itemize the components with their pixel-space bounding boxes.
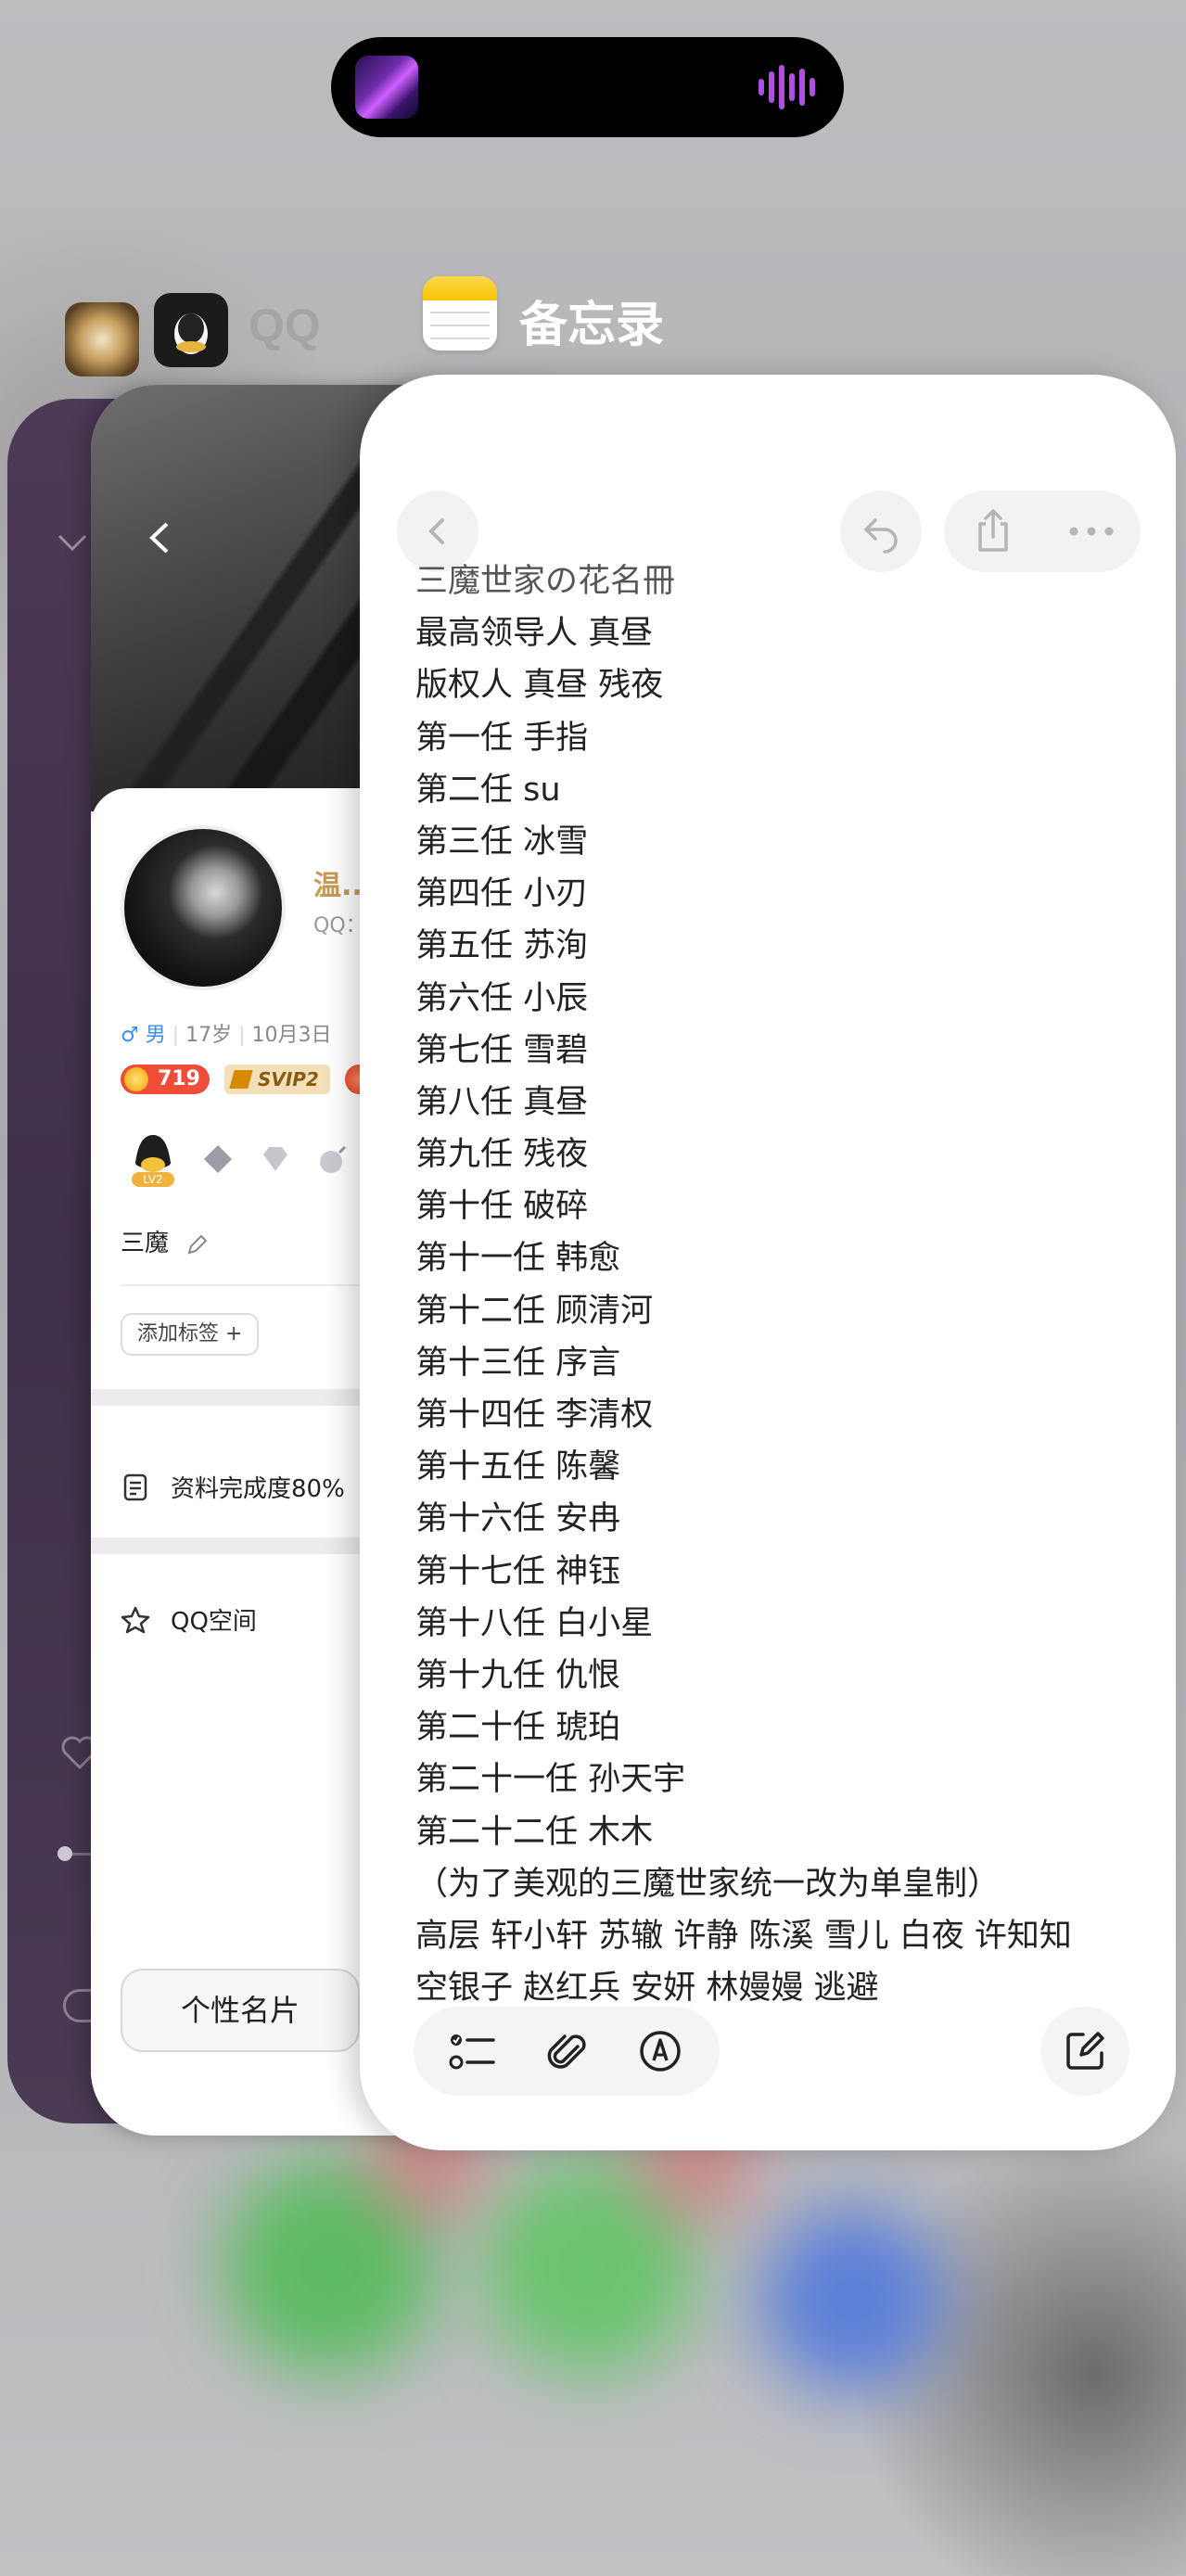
note-line: 第八任 真昼 [415, 1083, 589, 1121]
note-line: 第六任 小辰 [415, 979, 589, 1017]
qq-number: QQ： [313, 914, 366, 937]
penguin-icon [174, 313, 208, 354]
star-icon [121, 1606, 150, 1633]
note-line: 第一任 手指 [415, 719, 589, 757]
note-line: 第二十任 琥珀 [415, 1709, 621, 1747]
personal-card-button[interactable]: 个性名片 [121, 1969, 360, 2052]
note-line: 第十五任 陈馨 [415, 1448, 621, 1486]
note-line: 最高领导人 真昼 [415, 615, 654, 653]
qzone-row[interactable]: QQ空间 [121, 1602, 257, 1637]
chevron-left-icon [428, 518, 444, 544]
checklist-icon [449, 2034, 496, 2070]
note-line: 第十六任 安冉 [415, 1500, 621, 1538]
notes-app-icon[interactable] [423, 276, 497, 351]
svip-badge[interactable]: SVIP2 [223, 1065, 330, 1094]
note-line: 三魔世家の花名冊 [415, 563, 676, 600]
note-line: （为了美观的三魔世家统一改为单皇制） [415, 1865, 1001, 1903]
note-line: 第十二任 顾清河 [415, 1292, 654, 1330]
note-content[interactable]: 三魔世家の花名冊 最高领导人 真昼 版权人 真昼 残夜 第一任 手指 第二任 s… [415, 555, 1157, 2014]
notes-toolbar [414, 2007, 720, 2096]
motto-text: 三魔 [121, 1230, 170, 1257]
document-icon [123, 1473, 147, 1500]
qzone-label: QQ空间 [171, 1608, 257, 1636]
note-line: 高层 轩小轩 苏辙 许静 陈溪 雪儿 白夜 许知知 [415, 1917, 1072, 1955]
note-line: 第十八任 白小星 [415, 1604, 654, 1642]
coin-badge[interactable]: 719 [121, 1065, 210, 1094]
checklist-button[interactable] [445, 2023, 501, 2079]
note-line: 第三任 冰雪 [415, 823, 589, 861]
now-playing-artwork [355, 56, 418, 119]
qq-app-icon[interactable] [154, 293, 228, 367]
progress-knob[interactable] [57, 1846, 72, 1861]
avatar[interactable] [121, 825, 286, 990]
motto: 三魔 [121, 1224, 210, 1258]
privilege-icons: LV2 [128, 1131, 351, 1187]
note-line: 第七任 雪碧 [415, 1031, 589, 1069]
note-line: 第二十二任 木木 [415, 1813, 654, 1851]
chevron-down-icon[interactable] [54, 529, 91, 556]
badge-row: 719 SVIP2 [121, 1065, 373, 1094]
blurred-app-icon [760, 2207, 946, 2392]
back-chevron-icon[interactable] [137, 515, 184, 561]
attachment-button[interactable] [539, 2023, 594, 2079]
level-badge: LV2 [132, 1172, 174, 1187]
note-line: 第十任 破碎 [415, 1188, 589, 1226]
gender-label: ♂ 男 [121, 1024, 166, 1047]
markup-button[interactable] [632, 2023, 688, 2079]
bomb-icon[interactable] [315, 1141, 351, 1177]
note-line: 第十四任 李清权 [415, 1396, 654, 1434]
note-line: 第十七任 神钰 [415, 1552, 621, 1590]
notes-app-label: 备忘录 [519, 298, 665, 353]
edit-pencil-icon[interactable] [185, 1232, 210, 1256]
birthday-label: 10月3日 [251, 1024, 332, 1047]
profile-completion-row[interactable]: 资料完成度80% [121, 1470, 345, 1504]
note-line: 版权人 真昼 残夜 [415, 667, 664, 705]
compose-button[interactable] [1040, 2007, 1129, 2096]
note-line: 第十三任 序言 [415, 1344, 621, 1382]
add-tag-button[interactable]: 添加标签 + [121, 1313, 260, 1356]
qq-app-label: QQ [249, 300, 321, 351]
ellipsis-icon [1069, 527, 1114, 536]
level-penguin-icon[interactable]: LV2 [128, 1131, 178, 1187]
note-line: 第五任 苏洵 [415, 927, 589, 965]
note-line: 第四任 小刃 [415, 875, 589, 913]
paperclip-icon [547, 2034, 586, 2069]
profile-completion-label: 资料完成度80% [171, 1475, 345, 1503]
note-line: 第十九任 仇恨 [415, 1656, 621, 1694]
note-line: 第九任 残夜 [415, 1136, 589, 1174]
diamond-icon[interactable] [258, 1141, 293, 1177]
pen-tip-icon [639, 2031, 681, 2072]
share-icon [978, 509, 1008, 552]
notes-app-card[interactable]: 三魔世家の花名冊 最高领导人 真昼 版权人 真昼 残夜 第一任 手指 第二任 s… [360, 375, 1176, 2150]
profile-meta: ♂ 男 | 17岁 | 10月3日 [121, 1024, 332, 1047]
age-label: 17岁 [185, 1024, 233, 1047]
music-app-icon[interactable] [65, 302, 139, 376]
note-line: 第二任 su [415, 771, 561, 809]
dynamic-island[interactable] [331, 37, 844, 137]
note-line: 第二十一任 孙天宇 [415, 1761, 686, 1799]
audio-waveform-icon [759, 65, 818, 109]
crown-icon[interactable] [200, 1141, 236, 1177]
compose-icon [1066, 2032, 1104, 2070]
undo-icon [864, 518, 898, 554]
note-line: 第十一任 韩愈 [415, 1240, 621, 1278]
